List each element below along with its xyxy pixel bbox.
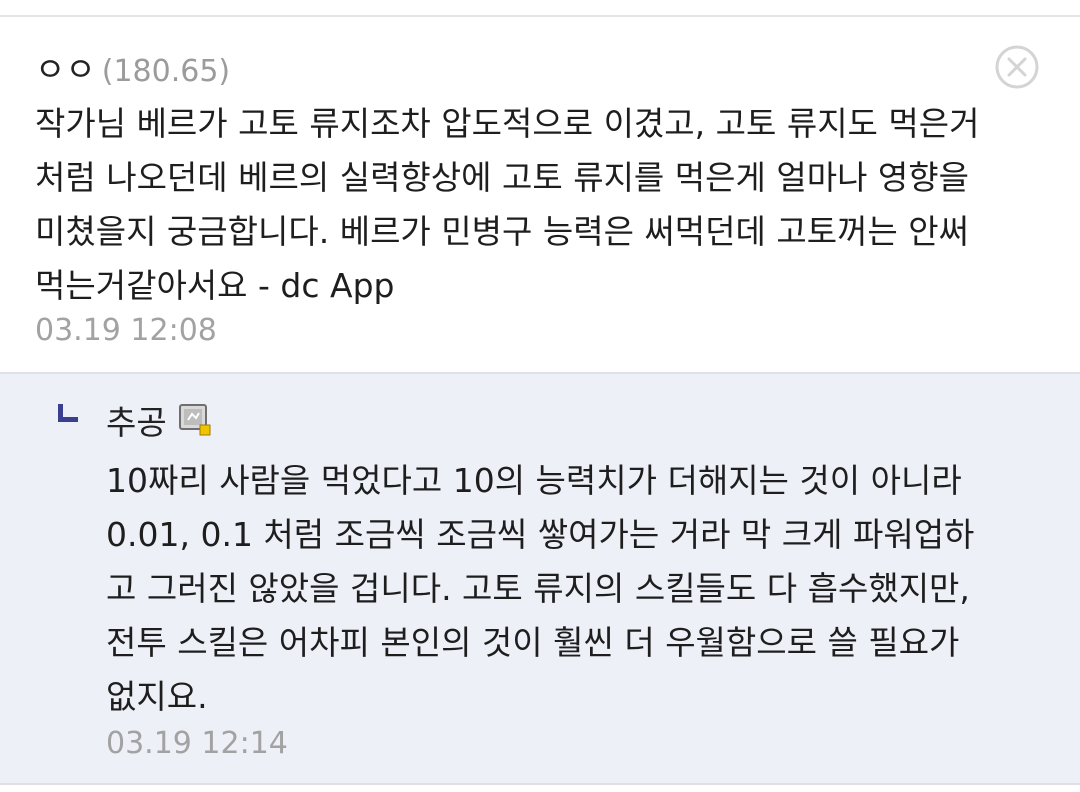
reply-text-line: 고 그러진 않았을 겁니다. 고토 류지의 스킬들도 다 흡수했지만, [106,569,970,608]
bottom-divider [0,783,1080,785]
reply-text-line: 0.01, 0.1 처럼 조금씩 조금씩 쌓여가는 거라 막 크게 파워업하 [106,515,975,554]
comment-text-line: 먹는거같아서요 - dc App [35,266,395,305]
close-circle-icon [995,45,1039,89]
reply-text-line: 10짜리 사람을 먹었다고 10의 능력치가 더해지는 것이 아니라 [106,461,962,500]
comment-text: 작가님 베르가 고토 류지조차 압도적으로 이겼고, 고토 류지도 먹은거 처럼… [35,97,1055,313]
reply-header: 추공 [106,396,211,444]
comment-timestamp: 03.19 12:08 [35,313,217,348]
reply-text-line: 없지요. [106,677,208,716]
comment-text-line: 미쳤을지 궁금합니다. 베르가 민병구 능력은 써먹던데 고토꺼는 안써 [35,212,969,251]
reply-text-line: 전투 스킬은 어차피 본인의 것이 훨씬 더 우월함으로 쓸 필요가 [106,623,960,662]
comment-author-ip: (180.65) [101,54,231,89]
comment-thread: ㅇㅇ (180.65) 작가님 베르가 고토 류지조차 압도적으로 이겼고, 고… [0,0,1080,792]
comment-text-line: 처럼 나오던데 베르의 실력향상에 고토 류지를 먹은게 얼마나 영향을 [35,158,969,197]
reply-timestamp: 03.19 12:14 [106,726,288,761]
fixed-nickname-icon [178,404,211,436]
comment-author-name[interactable]: ㅇㅇ [35,43,96,91]
reply-author-name[interactable]: 추공 [106,396,167,444]
comment-text-line: 작가님 베르가 고토 류지조차 압도적으로 이겼고, 고토 류지도 먹은거 [35,104,980,143]
delete-comment-button[interactable] [994,44,1040,90]
reply-text: 10짜리 사람을 먹었다고 10의 능력치가 더해지는 것이 아니라 0.01,… [106,454,1056,724]
comment-header: ㅇㅇ (180.65) [35,43,230,89]
reply-arrow-icon [58,404,78,422]
reply-item: 추공 10짜리 사람을 먹었다고 10의 능력치가 더해지는 것이 아니라 0.… [0,372,1080,785]
comment-item: ㅇㅇ (180.65) 작가님 베르가 고토 류지조차 압도적으로 이겼고, 고… [0,17,1080,372]
